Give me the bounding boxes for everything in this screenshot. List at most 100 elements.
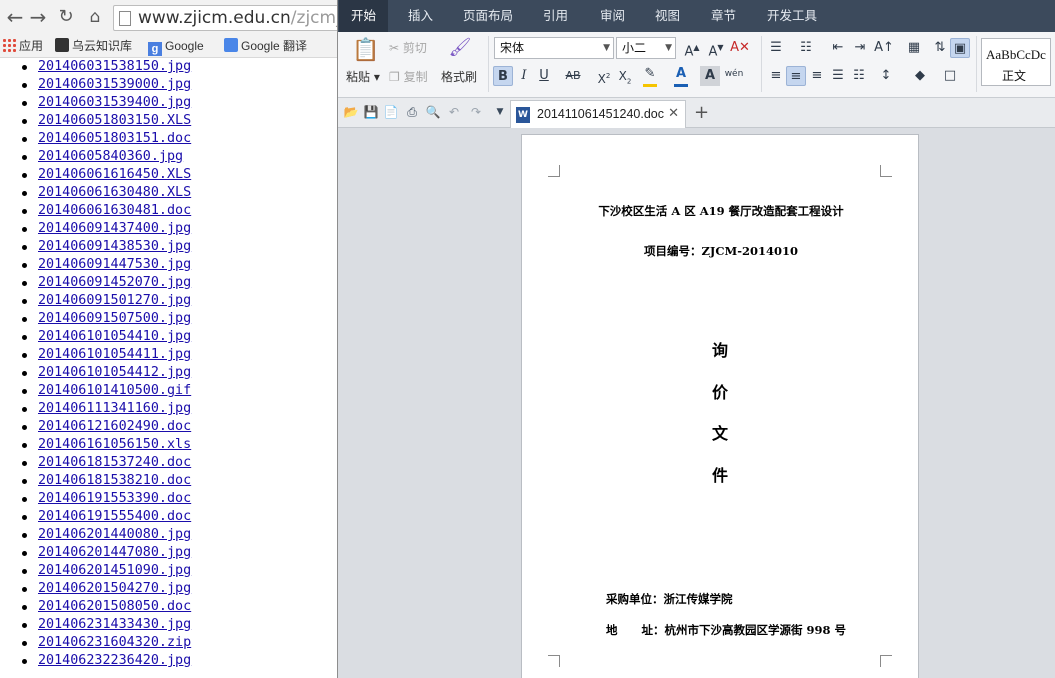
- file-link[interactable]: 201406232236420.jpg: [38, 653, 191, 668]
- file-link[interactable]: 201406111341160.jpg: [38, 401, 191, 416]
- char-shading-icon[interactable]: A: [700, 66, 720, 86]
- file-link[interactable]: 201406181538210.doc: [38, 473, 191, 488]
- qat-dropdown-icon[interactable]: ▼: [492, 104, 508, 120]
- align-left-icon[interactable]: ≡: [766, 66, 786, 86]
- bookmark-apps[interactable]: 应用: [2, 38, 43, 55]
- undo-icon[interactable]: ↶: [446, 104, 462, 120]
- forward-arrow-icon[interactable]: →: [27, 6, 49, 28]
- file-link[interactable]: 201406191555400.doc: [38, 509, 191, 524]
- text-effects-icon[interactable]: A↑: [874, 38, 894, 58]
- bookmark-wuyun[interactable]: 乌云知识库: [55, 38, 132, 55]
- file-link[interactable]: 201406201451090.jpg: [38, 563, 191, 578]
- back-arrow-icon[interactable]: ←: [4, 6, 26, 28]
- file-link[interactable]: 201406201447080.jpg: [38, 545, 191, 560]
- new-tab-icon[interactable]: +: [694, 102, 709, 123]
- file-link[interactable]: 201406031538150.jpg: [38, 59, 191, 74]
- distribute-icon[interactable]: ☷: [849, 66, 869, 86]
- format-painter-button[interactable]: 格式刷: [441, 68, 477, 85]
- justify-icon[interactable]: ☰: [828, 66, 848, 86]
- paste-button[interactable]: 粘贴 ▾: [346, 68, 380, 85]
- subscript-icon[interactable]: X2: [615, 66, 635, 86]
- tab-review[interactable]: 审阅: [600, 0, 625, 32]
- file-link[interactable]: 201406101054410.jpg: [38, 329, 191, 344]
- shrink-font-icon[interactable]: A▼: [706, 38, 726, 59]
- file-link[interactable]: 201406051803150.XLS: [38, 113, 191, 128]
- underline-icon[interactable]: U: [534, 66, 554, 86]
- print-preview-icon[interactable]: 🔍: [425, 104, 441, 120]
- font-size-combo[interactable]: 小二 ▼: [616, 37, 676, 59]
- phonetic-guide-icon[interactable]: wén: [724, 64, 744, 84]
- file-link[interactable]: 201406101054412.jpg: [38, 365, 191, 380]
- file-link[interactable]: 201406201508050.doc: [38, 599, 191, 614]
- font-name-combo[interactable]: 宋体 ▼: [494, 37, 614, 59]
- style-gallery[interactable]: AaBbCcDc 正文: [981, 38, 1051, 86]
- grow-font-icon[interactable]: A▲: [682, 38, 702, 59]
- tab-insert[interactable]: 插入: [408, 0, 433, 32]
- open-folder-icon[interactable]: 📂: [343, 104, 359, 120]
- file-link[interactable]: 201406091501270.jpg: [38, 293, 191, 308]
- export-pdf-icon[interactable]: 📄: [383, 104, 399, 120]
- tab-home[interactable]: 开始: [339, 0, 389, 32]
- reload-icon[interactable]: ↻: [55, 6, 77, 28]
- file-link[interactable]: 201406101410500.gif: [38, 383, 191, 398]
- border-icon[interactable]: □: [940, 66, 960, 86]
- file-link[interactable]: 201406061630481.doc: [38, 203, 191, 218]
- file-link[interactable]: 201406091438530.jpg: [38, 239, 191, 254]
- italic-icon[interactable]: I: [514, 66, 534, 86]
- close-icon[interactable]: ✕: [668, 106, 679, 121]
- print-icon[interactable]: ⎙: [404, 104, 420, 120]
- bookmark-translate[interactable]: Google 翻译: [224, 38, 307, 55]
- cut-button[interactable]: ✂ 剪切: [389, 39, 427, 56]
- file-link[interactable]: 201406161056150.xls: [38, 437, 191, 452]
- bullets-icon[interactable]: ☰: [766, 38, 786, 58]
- numbering-icon[interactable]: ☷: [796, 38, 816, 58]
- file-link[interactable]: 201406181537240.doc: [38, 455, 191, 470]
- home-icon[interactable]: ⌂: [84, 6, 106, 28]
- font-color-icon[interactable]: A: [671, 64, 691, 87]
- bookmark-google[interactable]: g Google: [148, 38, 204, 56]
- save-icon[interactable]: 💾: [363, 104, 379, 120]
- file-link[interactable]: 201406101054411.jpg: [38, 347, 191, 362]
- document-page[interactable]: 下沙校区生活 A 区 A19 餐厅改造配套工程设计 项目编号：ZJCM-2014…: [521, 134, 919, 678]
- file-link[interactable]: 20140605840360.jpg: [38, 149, 183, 164]
- tab-page-layout[interactable]: 页面布局: [463, 0, 513, 32]
- sort-icon[interactable]: ⇅: [930, 38, 950, 58]
- file-link[interactable]: 201406091507500.jpg: [38, 311, 191, 326]
- strikethrough-icon[interactable]: AB: [560, 66, 586, 86]
- increase-indent-icon[interactable]: ⇥: [850, 38, 870, 58]
- tab-developer[interactable]: 开发工具: [767, 0, 817, 32]
- bold-icon[interactable]: B: [493, 66, 513, 86]
- file-link[interactable]: 201406201440080.jpg: [38, 527, 191, 542]
- file-link[interactable]: 201406231604320.zip: [38, 635, 191, 650]
- file-link[interactable]: 201406201504270.jpg: [38, 581, 191, 596]
- tab-view[interactable]: 视图: [655, 0, 680, 32]
- clear-format-icon[interactable]: A✕: [730, 38, 750, 58]
- document-tab[interactable]: W 201411061451240.doc ✕: [510, 100, 686, 128]
- file-link[interactable]: 201406121602490.doc: [38, 419, 191, 434]
- address-bar[interactable]: www.zjicm.edu.cn/zjcm_fi: [113, 5, 337, 31]
- shading-icon[interactable]: ◆: [910, 66, 930, 86]
- file-link[interactable]: 201406061630480.XLS: [38, 185, 191, 200]
- file-link[interactable]: 201406091452070.jpg: [38, 275, 191, 290]
- show-marks-icon[interactable]: ▣: [950, 38, 970, 58]
- file-link[interactable]: 201406191553390.doc: [38, 491, 191, 506]
- decrease-indent-icon[interactable]: ⇤: [828, 38, 848, 58]
- format-painter-icon[interactable]: 🖌: [448, 38, 472, 62]
- copy-button[interactable]: ❐ 复制: [389, 68, 428, 85]
- superscript-icon[interactable]: X2: [594, 66, 614, 86]
- tab-references[interactable]: 引用: [543, 0, 568, 32]
- table-icon[interactable]: ▦: [904, 38, 924, 58]
- paste-icon[interactable]: 📋: [352, 38, 379, 64]
- text-highlight-icon[interactable]: ✎: [640, 64, 660, 87]
- align-right-icon[interactable]: ≡: [807, 66, 827, 86]
- tab-chapter[interactable]: 章节: [711, 0, 736, 32]
- file-link[interactable]: 201406091447530.jpg: [38, 257, 191, 272]
- file-link[interactable]: 201406051803151.doc: [38, 131, 191, 146]
- file-link[interactable]: 201406031539000.jpg: [38, 77, 191, 92]
- line-spacing-icon[interactable]: ↕: [876, 66, 896, 86]
- file-link[interactable]: 201406031539400.jpg: [38, 95, 191, 110]
- file-link[interactable]: 201406231433430.jpg: [38, 617, 191, 632]
- redo-icon[interactable]: ↷: [468, 104, 484, 120]
- file-link[interactable]: 201406091437400.jpg: [38, 221, 191, 236]
- align-center-icon[interactable]: ≡: [786, 66, 806, 86]
